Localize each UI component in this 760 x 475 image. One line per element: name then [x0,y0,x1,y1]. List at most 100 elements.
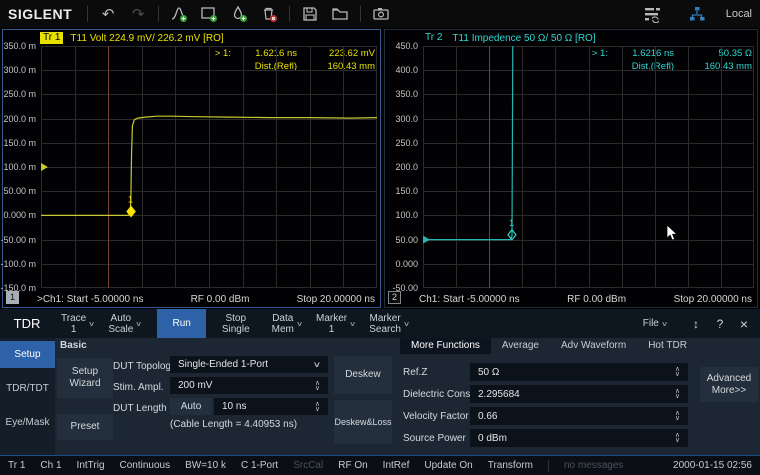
chart2-stop: Stop 20.00000 ns [674,294,752,305]
chart1-start: >Ch1: Start -5.00000 ns [37,294,143,305]
sidebar-item-eye-mask[interactable]: Eye/Mask [0,409,55,436]
trace2-badge[interactable]: Tr 2 [422,32,445,44]
run-button[interactable]: Run [157,309,205,338]
status-bandwidth: BW=10 k [185,460,226,471]
toolbar-right-cluster: Local [638,3,752,25]
tab-average[interactable]: Average [491,338,550,354]
chart1-header: Tr 1 T11 Volt 224.9 mV/ 226.2 mV [RO] [40,32,224,44]
dut-length-field[interactable]: 10 ns ∧∨ [214,398,328,415]
chart2-footer: Ch1: Start -5.00000 ns RF 0.00 dBm Stop … [419,294,752,305]
chart-window-1[interactable]: Tr 1 T11 Volt 224.9 mV/ 226.2 mV [RO] > … [2,29,381,308]
move-dialog-icon[interactable]: ↕ [684,317,708,331]
spinner-arrows-icon[interactable]: ∧∨ [675,433,680,443]
file-menu-button[interactable]: File ∨ [636,309,674,338]
add-marker-icon[interactable] [224,3,254,25]
chevron-down-icon: ∨ [135,320,142,328]
help-icon[interactable]: ? [708,317,732,331]
velocity-factor-label: Velocity Factor [403,411,469,422]
status-bar: Tr 1 Ch 1 IntTrig Continuous BW=10 k C 1… [0,455,760,475]
ref-z-field[interactable]: 50 Ω ∧∨ [470,363,688,381]
chevron-down-icon: ∨ [403,320,410,328]
network-icon[interactable] [682,3,712,25]
status-divider [548,460,549,472]
add-trace-icon[interactable] [164,3,194,25]
redo-icon[interactable]: ↷ [123,3,153,25]
tdr-panel: TDR Trace1 ∨ AutoScale ∨ Run StopSingle … [0,309,760,455]
chevron-down-icon: ∨ [88,320,95,328]
spinner-arrows-icon[interactable]: ∧∨ [315,381,320,391]
chevron-down-icon: ∨ [296,320,303,328]
spinner-arrows-icon[interactable]: ∧∨ [675,367,680,377]
chart2-start: Ch1: Start -5.00000 ns [419,294,520,305]
setup-wizard-button[interactable]: Setup Wizard [57,358,113,398]
status-trigger: IntTrig [77,460,105,471]
marker-button[interactable]: Marker1 ∨ [309,309,362,338]
status-ref-osc: IntRef [383,460,410,471]
tab-more-functions[interactable]: More Functions [400,338,491,354]
status-srccal: SrcCal [293,460,323,471]
add-window-icon[interactable] [194,3,224,25]
undo-icon[interactable]: ↶ [93,3,123,25]
top-toolbar: SIGLENT ↶ ↷ Local [0,0,760,28]
close-icon[interactable]: × [732,316,756,332]
sidebar-item-tdr-tdt[interactable]: TDR/TDT [0,375,55,402]
chart1-footer: >Ch1: Start -5.00000 ns RF 0.00 dBm Stop… [37,294,375,305]
status-rf: RF On [338,460,367,471]
source-power-label: Source Power [403,433,466,444]
data-mem-button[interactable]: DataMem ∨ [265,309,309,338]
chart2-y-axis-labels: 450.0400.0350.0300.0250.0200.0150.0100.0… [385,46,421,288]
toolbar-divider [87,6,88,22]
stim-ampl-label: Stim. Ampl. [113,382,164,393]
spinner-arrows-icon[interactable]: ∧∨ [675,389,680,399]
dut-length-label: DUT Length [113,403,167,414]
preset-button[interactable]: Preset [57,414,113,440]
stop-single-button[interactable]: StopSingle [215,309,257,338]
window2-badge[interactable]: 2 [388,291,401,304]
chart1-rf-power: RF 0.00 dBm [191,294,250,305]
chevron-down-icon: ∨ [349,320,356,328]
sidebar-item-setup[interactable]: Setup [0,341,55,368]
screenshot-icon[interactable] [366,3,396,25]
dut-length-auto-button[interactable]: Auto [170,398,212,415]
spinner-arrows-icon[interactable]: ∧∨ [315,402,320,412]
chart1-plot-area[interactable]: 1 [41,46,377,288]
status-transform: Transform [488,460,533,471]
deskew-loss-button[interactable]: Deskew&Loss [334,400,392,444]
source-power-field[interactable]: 0 dBm ∧∨ [470,429,688,447]
menu-autoscale-button[interactable]: AutoScale ∨ [101,309,148,338]
advanced-more-button[interactable]: Advanced More>> [700,367,758,402]
recall-icon[interactable] [325,3,355,25]
menu-trace-button[interactable]: Trace1 ∨ [54,309,101,338]
save-icon[interactable] [295,3,325,25]
remote-local-status[interactable]: Local [726,8,752,20]
velocity-factor-field[interactable]: 0.66 ∧∨ [470,407,688,425]
dielectric-const-field[interactable]: 2.295684 ∧∨ [470,385,688,403]
sweep-setup-icon[interactable] [638,3,668,25]
tab-adv-waveform[interactable]: Adv Waveform [550,338,637,354]
chart-window-2[interactable]: Tr 2 T11 Impedence 50 Ω/ 50 Ω [RO] > 1:1… [384,29,758,308]
dielectric-const-label: Dielectric Const. [403,389,476,400]
more-functions-tabs: More Functions Average Adv Waveform Hot … [400,338,698,354]
siglent-logo: SIGLENT [8,6,72,22]
ref-z-label: Ref.Z [403,367,427,378]
chart2-header: Tr 2 T11 Impedence 50 Ω/ 50 Ω [RO] [422,32,596,44]
status-sweep-mode: Continuous [120,460,171,471]
panel-sidebar: Setup TDR/TDT Eye/Mask [0,338,55,455]
status-trace: Tr 1 [8,460,25,471]
dut-topology-select[interactable]: Single-Ended 1-Port ∨ [170,356,328,373]
svg-text:1: 1 [128,195,133,205]
stim-ampl-field[interactable]: 200 mV ∧∨ [170,377,328,394]
chart1-stop: Stop 20.00000 ns [297,294,375,305]
marker-search-button[interactable]: MarkerSearch ∨ [362,309,416,338]
deskew-button[interactable]: Deskew [334,356,392,394]
chart2-plot-area[interactable]: 1 [423,46,754,288]
status-datetime: 2000-01-15 02:56 [673,460,752,471]
tab-hot-tdr[interactable]: Hot TDR [637,338,698,354]
delete-icon[interactable] [254,3,284,25]
status-cal: C 1-Port [241,460,278,471]
dut-topology-label: DUT Topology [113,361,176,372]
spinner-arrows-icon[interactable]: ∧∨ [675,411,680,421]
trace1-badge[interactable]: Tr 1 [40,32,63,44]
window1-badge[interactable]: 1 [6,291,19,304]
status-channel: Ch 1 [40,460,61,471]
